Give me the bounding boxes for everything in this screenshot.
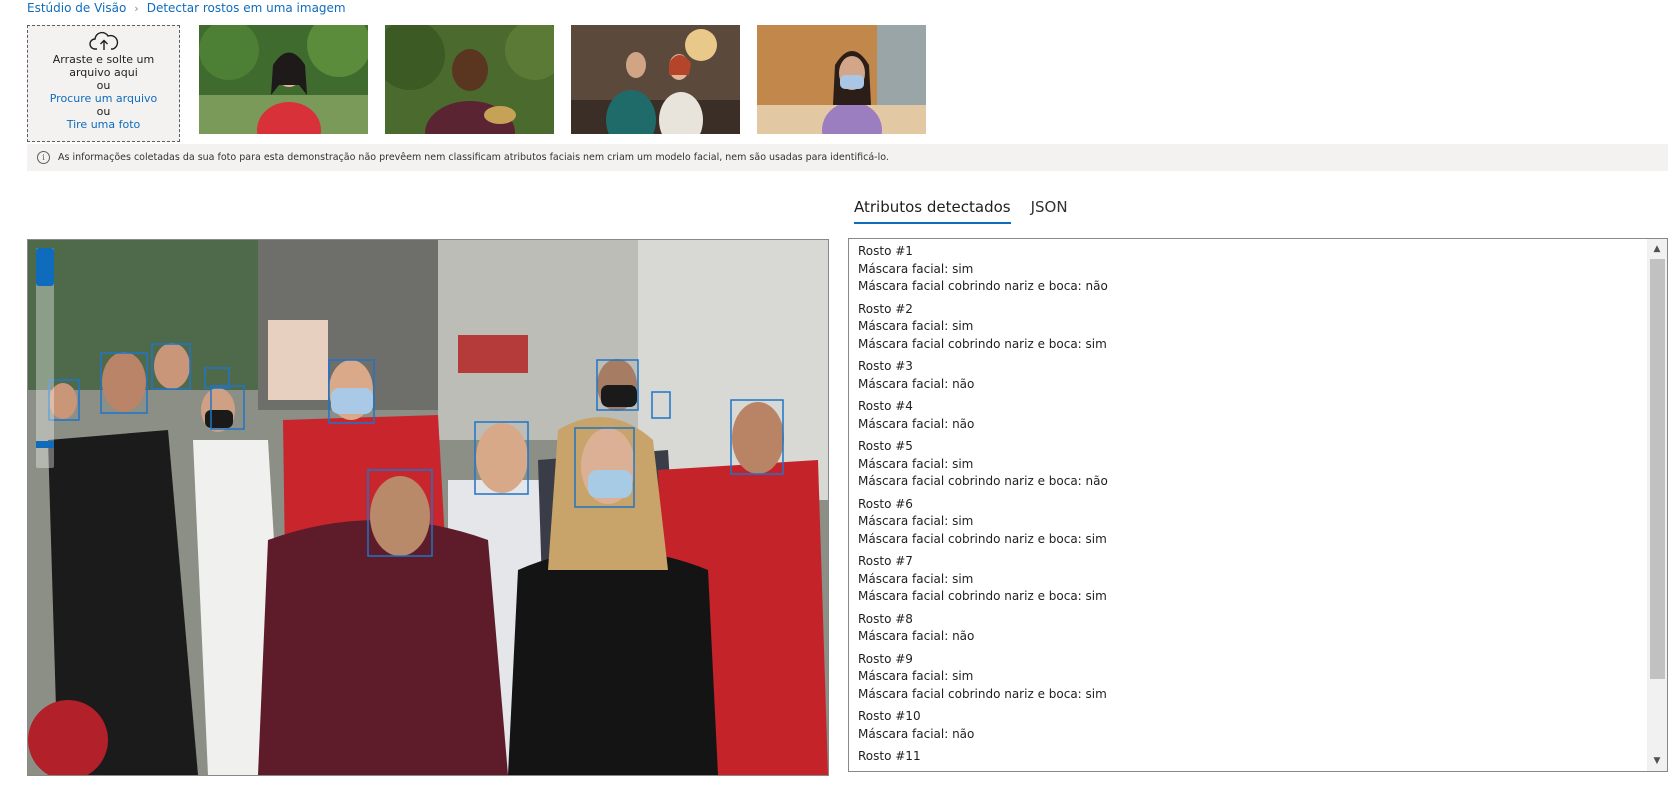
face-item-7: Rosto #7 Máscara facial: sim Máscara fac…	[858, 553, 1641, 606]
face-mask-cover: Máscara facial cobrindo nariz e boca: si…	[858, 589, 1107, 603]
face-item-4: Rosto #4 Máscara facial: não	[858, 398, 1641, 433]
face-title: Rosto #1	[858, 244, 913, 258]
face-title: Rosto #5	[858, 439, 913, 453]
face-item-10: Rosto #10 Máscara facial: não	[858, 708, 1641, 743]
breadcrumb: Estúdio de Visão › Detectar rostos em um…	[27, 1, 346, 15]
zoom-in-button[interactable]	[36, 248, 54, 286]
face-title: Rosto #7	[858, 554, 913, 568]
face-mask: Máscara facial: sim	[858, 319, 974, 333]
face-mask: Máscara facial: não	[858, 416, 975, 431]
face-title: Rosto #9	[858, 651, 913, 666]
face-mask-cover: Máscara facial cobrindo nariz e boca: si…	[858, 686, 1107, 701]
cloud-upload-icon	[88, 31, 118, 50]
face-title: Rosto #10	[858, 709, 921, 723]
face-mask-cover: Máscara facial cobrindo nariz e boca: nã…	[858, 474, 1108, 488]
upload-or-text: ou	[96, 79, 111, 92]
face-title: Rosto #4	[858, 399, 913, 413]
face-title: Rosto #2	[858, 301, 913, 316]
face-mask: Máscara facial: sim	[858, 571, 974, 586]
take-photo-link[interactable]: Tire uma foto	[67, 118, 141, 131]
face-mask: Máscara facial: sim	[858, 261, 974, 276]
face-item-8: Rosto #8 Máscara facial: não	[858, 611, 1641, 646]
breadcrumb-current-link[interactable]: Detectar rostos em uma imagem	[147, 1, 346, 15]
scroll-up-icon[interactable]: ▲	[1647, 241, 1667, 257]
face-title: Rosto #3	[858, 359, 913, 373]
face-item-5: Rosto #5 Máscara facial: sim Máscara fac…	[858, 438, 1641, 491]
panel-scrollbar[interactable]: ▲ ▼	[1647, 239, 1667, 771]
sample-image-1[interactable]	[199, 25, 368, 134]
zoom-slider-handle[interactable]	[36, 441, 54, 448]
face-item-3: Rosto #3 Máscara facial: não	[858, 358, 1641, 393]
face-mask: Máscara facial: não	[858, 376, 975, 391]
face-item-2: Rosto #2 Máscara facial: sim Máscara fac…	[858, 301, 1641, 354]
face-title: Rosto #8	[858, 611, 913, 626]
face-mask-cover: Máscara facial cobrindo nariz e boca: nã…	[858, 279, 1108, 293]
scroll-down-icon[interactable]: ▼	[1647, 753, 1667, 769]
face-mask: Máscara facial: sim	[858, 669, 974, 683]
analyzed-photo	[27, 239, 829, 776]
result-tabs: Atributos detectados JSON	[854, 198, 1088, 224]
upload-or-text-2: ou	[96, 105, 111, 118]
scrollbar-thumb[interactable]	[1650, 259, 1665, 679]
face-mask: Máscara facial: sim	[858, 456, 974, 471]
upload-drag-text: Arraste e solte um arquivo aqui	[52, 53, 155, 79]
sample-image-3[interactable]	[571, 25, 740, 134]
face-item-9: Rosto #9 Máscara facial: sim Máscara fac…	[858, 651, 1641, 704]
breadcrumb-root-link[interactable]: Estúdio de Visão	[27, 1, 126, 15]
tab-detected-attributes[interactable]: Atributos detectados	[854, 198, 1011, 224]
zoom-slider[interactable]	[36, 248, 54, 468]
face-item-1: Rosto #1 Máscara facial: sim Máscara fac…	[858, 243, 1641, 296]
browse-file-link[interactable]: Procure um arquivo	[50, 92, 158, 105]
upload-dropzone[interactable]: Arraste e solte um arquivo aqui ou Procu…	[27, 25, 180, 142]
face-mask-cover: Máscara facial cobrindo nariz e boca: si…	[858, 531, 1107, 546]
face-item-11: Rosto #11	[858, 748, 1641, 766]
face-title: Rosto #11	[858, 749, 921, 763]
face-mask: Máscara facial: sim	[858, 514, 974, 528]
face-mask: Máscara facial: não	[858, 726, 975, 741]
face-mask-cover: Máscara facial cobrindo nariz e boca: si…	[858, 336, 1107, 351]
face-mask: Máscara facial: não	[858, 629, 975, 643]
detected-attributes-panel: Rosto #1 Máscara facial: sim Máscara fac…	[848, 238, 1668, 772]
privacy-notice-text: As informações coletadas da sua foto par…	[58, 152, 889, 163]
face-item-6: Rosto #6 Máscara facial: sim Máscara fac…	[858, 496, 1641, 549]
face-list: Rosto #1 Máscara facial: sim Máscara fac…	[858, 243, 1641, 771]
sample-image-2[interactable]	[385, 25, 554, 134]
face-title: Rosto #6	[858, 496, 913, 511]
sample-image-4[interactable]	[757, 25, 926, 134]
privacy-notice: i As informações coletadas da sua foto p…	[27, 144, 1668, 171]
info-icon: i	[37, 151, 50, 164]
chevron-right-icon: ›	[134, 1, 139, 15]
tab-json[interactable]: JSON	[1031, 198, 1068, 224]
